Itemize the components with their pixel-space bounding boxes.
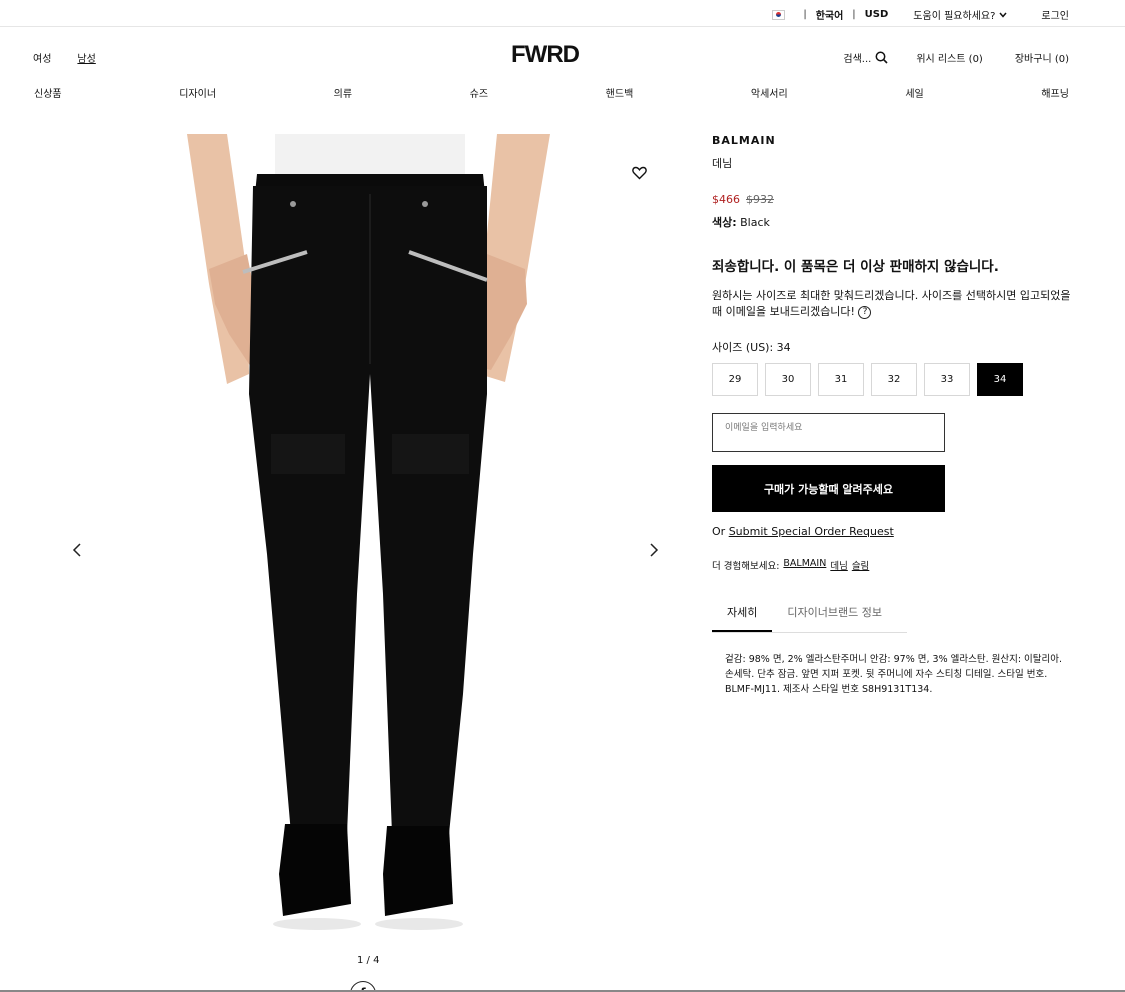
special-order-link[interactable]: Submit Special Order Request xyxy=(729,525,894,538)
separator: | xyxy=(852,9,856,20)
help-dropdown[interactable]: 도움이 필요하세요? xyxy=(913,7,1007,22)
image-pager: 1 / 4 xyxy=(357,955,380,966)
email-input[interactable]: 이메일을 입력하세요 xyxy=(712,413,945,452)
chevron-down-icon xyxy=(999,12,1007,18)
size-option[interactable]: 31 xyxy=(818,363,864,396)
category-nav: 신상품 디자이너 의류 슈즈 핸드백 악세서리 세일 해프닝 xyxy=(34,85,1069,100)
utility-row: | 한국어 | USD 도움이 필요하세요? 로그인 xyxy=(772,7,1069,22)
special-order-row: Or Submit Special Order Request xyxy=(712,525,1072,538)
sale-price: $466 xyxy=(712,193,740,206)
site-logo[interactable]: FWRD xyxy=(511,41,580,69)
product-brand[interactable]: BALMAIN xyxy=(712,134,1072,147)
category-clothing[interactable]: 의류 xyxy=(334,85,352,100)
search-button[interactable]: 검색... xyxy=(843,50,888,65)
special-order-prefix: Or xyxy=(712,525,726,538)
login-link[interactable]: 로그인 xyxy=(1041,7,1069,22)
search-label: 검색... xyxy=(843,54,872,65)
price-row: $466 $932 xyxy=(712,193,1072,206)
size-label: 사이즈 (US): 34 xyxy=(712,341,791,354)
help-question-icon[interactable]: ? xyxy=(858,305,872,319)
size-options: 29 30 31 32 33 34 xyxy=(712,363,1072,396)
currency-selector[interactable]: USD xyxy=(865,9,889,20)
nav-women[interactable]: 여성 xyxy=(33,50,51,65)
product-tabs: 자세히 디자이너브랜드 정보 xyxy=(712,604,907,633)
search-icon xyxy=(875,51,888,64)
size-option[interactable]: 30 xyxy=(765,363,811,396)
size-option[interactable]: 32 xyxy=(871,363,917,396)
category-accessories[interactable]: 악세서리 xyxy=(751,85,788,100)
separator: | xyxy=(803,9,807,20)
chevron-left-icon[interactable] xyxy=(72,542,82,561)
product-info: BALMAIN 데님 $466 $932 색상: Black 죄송합니다. 이 … xyxy=(712,134,1072,697)
color-value: Black xyxy=(740,216,770,229)
category-designers[interactable]: 디자이너 xyxy=(179,85,216,100)
explore-link-denim[interactable]: 데님 xyxy=(830,558,847,572)
tab-details[interactable]: 자세히 xyxy=(712,604,773,632)
category-shoes[interactable]: 슈즈 xyxy=(470,85,488,100)
size-option[interactable]: 29 xyxy=(712,363,758,396)
category-sale[interactable]: 세일 xyxy=(905,85,923,100)
help-label: 도움이 필요하세요? xyxy=(913,11,996,22)
product-image[interactable] xyxy=(187,134,550,944)
wishlist-link[interactable]: 위시 리스트 (0) xyxy=(916,50,983,65)
category-happenings[interactable]: 해프닝 xyxy=(1041,85,1069,100)
original-price: $932 xyxy=(746,193,774,206)
korea-flag-icon[interactable] xyxy=(772,9,786,20)
color-label: 색상: xyxy=(712,216,737,229)
explore-link-brand[interactable]: BALMAIN xyxy=(783,558,826,572)
explore-link-slim[interactable]: 슬림 xyxy=(852,558,869,572)
shopping-bag-link[interactable]: 장바구니 (0) xyxy=(1015,50,1069,65)
category-new[interactable]: 신상품 xyxy=(34,85,62,100)
notify-me-button[interactable]: 구매가 가능할때 알려주세요 xyxy=(712,465,945,512)
language-selector[interactable]: 한국어 xyxy=(816,7,844,22)
product-type: 데님 xyxy=(712,157,733,170)
sold-out-message: 죄송합니다. 이 품목은 더 이상 판매하지 않습니다. xyxy=(712,259,999,275)
size-option-selected[interactable]: 34 xyxy=(977,363,1023,396)
restock-notice: 원하시는 사이즈로 최대한 맞춰드리겠습니다. 사이즈를 선택하시면 입고되었을… xyxy=(712,288,1072,320)
color-info: 색상: Black xyxy=(712,214,1072,230)
header-actions: 검색... 위시 리스트 (0) 장바구니 (0) xyxy=(843,50,1069,65)
product-details-text: 겉감: 98% 면, 2% 엘라스탄주머니 안감: 97% 면, 3% 엘라스탄… xyxy=(725,654,1063,695)
nav-men[interactable]: 남성 xyxy=(77,50,95,65)
jeans-illustration xyxy=(187,134,550,930)
size-option[interactable]: 33 xyxy=(924,363,970,396)
tab-designer-info[interactable]: 디자이너브랜드 정보 xyxy=(772,604,897,632)
explore-more: 더 경험해보세요: BALMAIN 데님 슬림 xyxy=(712,558,1072,572)
add-to-wishlist-heart-icon[interactable] xyxy=(632,166,647,183)
gender-nav: 여성 남성 xyxy=(33,50,96,65)
category-bags[interactable]: 핸드백 xyxy=(606,85,634,100)
chevron-right-icon[interactable] xyxy=(649,542,659,561)
explore-prefix: 더 경험해보세요: xyxy=(712,561,780,572)
restock-notice-text: 원하시는 사이즈로 최대한 맞춰드리겠습니다. 사이즈를 선택하시면 입고되었을… xyxy=(712,289,1071,318)
utility-bar: | 한국어 | USD 도움이 필요하세요? 로그인 xyxy=(0,0,1125,27)
